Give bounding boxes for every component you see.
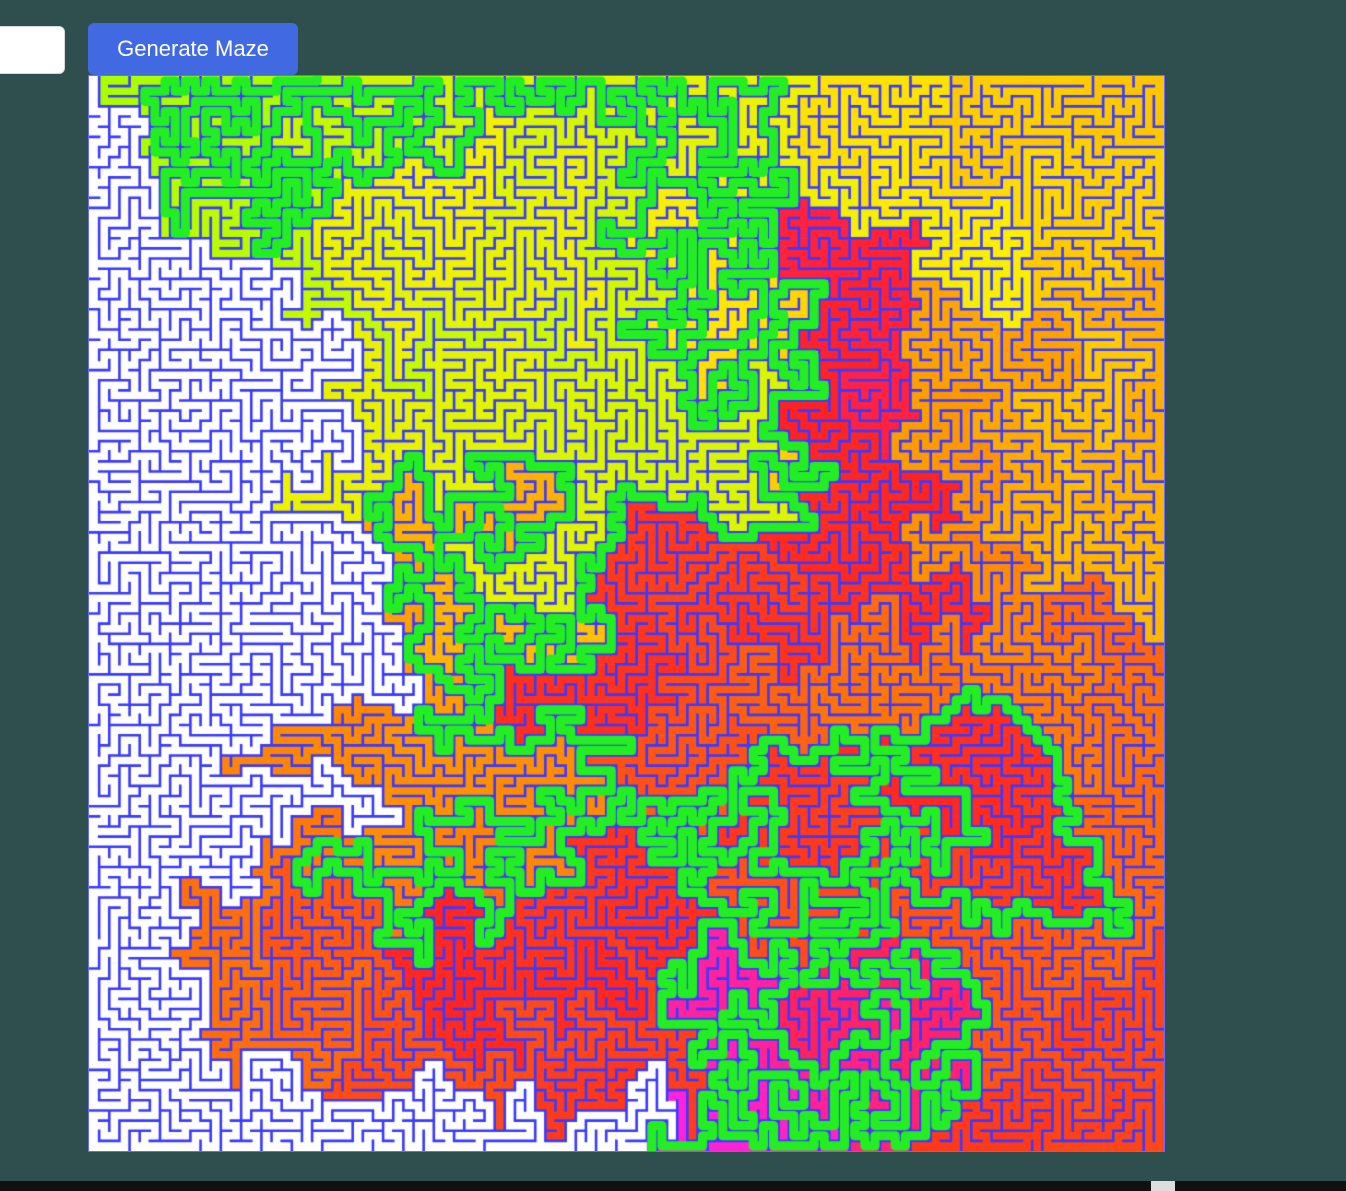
maze-canvas[interactable]	[89, 76, 1164, 1151]
app-root: Generate Maze	[0, 0, 1346, 1191]
maze-size-input[interactable]	[0, 26, 65, 74]
maze-board	[88, 75, 1165, 1152]
horizontal-scrollbar-thumb[interactable]	[1151, 1181, 1175, 1191]
generate-maze-button[interactable]: Generate Maze	[88, 23, 298, 75]
horizontal-scrollbar-track	[0, 1181, 1346, 1191]
